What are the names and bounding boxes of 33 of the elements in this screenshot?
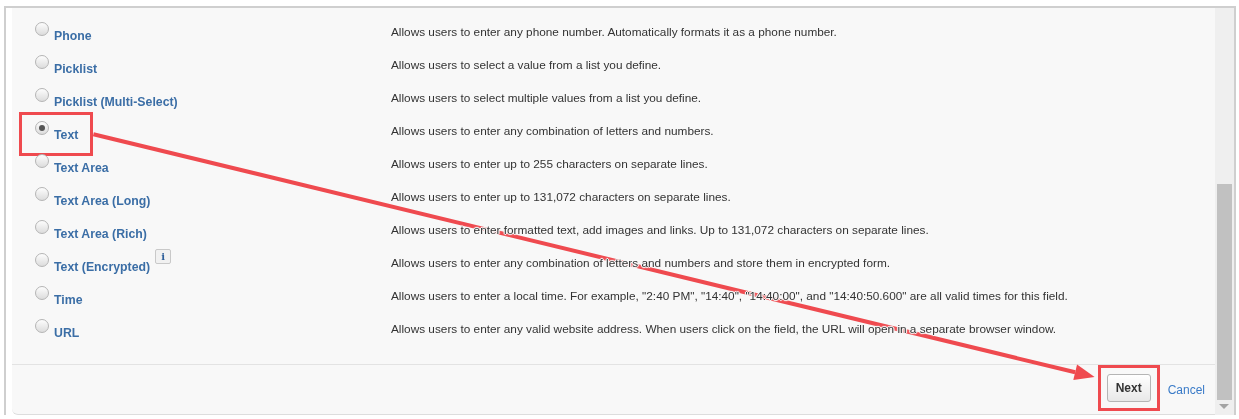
radio-button[interactable] xyxy=(35,55,49,69)
cancel-link[interactable]: Cancel xyxy=(1167,380,1205,399)
radio-button[interactable] xyxy=(35,319,49,333)
option-description: Allows users to enter up to 131,072 characters on separate lines. xyxy=(391,189,731,206)
option-label[interactable]: Text Area xyxy=(54,159,109,178)
radio-button[interactable] xyxy=(35,220,49,234)
radio-button[interactable] xyxy=(35,187,49,201)
option-description: Allows users to select multiple values from a list you define. xyxy=(391,90,702,107)
radio-button[interactable] xyxy=(35,253,49,267)
option-label[interactable]: Text xyxy=(54,126,79,145)
option-label[interactable]: Text (Encrypted) xyxy=(54,258,151,277)
radio-button[interactable] xyxy=(35,154,49,168)
option-description: Allows users to enter any combination of letters and numbers. xyxy=(391,123,714,140)
radio-button[interactable] xyxy=(35,22,49,36)
option-label[interactable]: Picklist xyxy=(54,60,98,79)
option-description: Allows users to enter formatted text, add images and links. Up to 131,072 characters on separate lines. xyxy=(391,222,929,239)
radio-button[interactable] xyxy=(35,286,49,300)
radio-button[interactable] xyxy=(35,88,49,102)
option-label[interactable]: Time xyxy=(54,291,83,310)
option-description: Allows users to enter up to 255 characters on separate lines. xyxy=(391,156,708,173)
option-description: Allows users to select a value from a list you define. xyxy=(391,57,662,74)
next-button[interactable]: Next xyxy=(1106,374,1151,402)
info-icon[interactable]: i xyxy=(155,249,172,264)
option-label[interactable]: Phone xyxy=(54,27,92,46)
option-label[interactable]: Text Area (Rich) xyxy=(54,225,147,244)
radio-button[interactable] xyxy=(35,121,49,135)
option-description: Allows users to enter any phone number. Automatically formats it as a phone number. xyxy=(391,24,837,41)
option-label[interactable]: Picklist (Multi-Select) xyxy=(54,93,178,112)
option-label[interactable]: Text Area (Long) xyxy=(54,192,151,211)
scroll-down-arrow-icon[interactable] xyxy=(1219,404,1229,409)
scrollbar-thumb[interactable] xyxy=(1217,184,1232,400)
scrollbar[interactable] xyxy=(1215,8,1234,415)
option-label[interactable]: URL xyxy=(54,324,80,343)
